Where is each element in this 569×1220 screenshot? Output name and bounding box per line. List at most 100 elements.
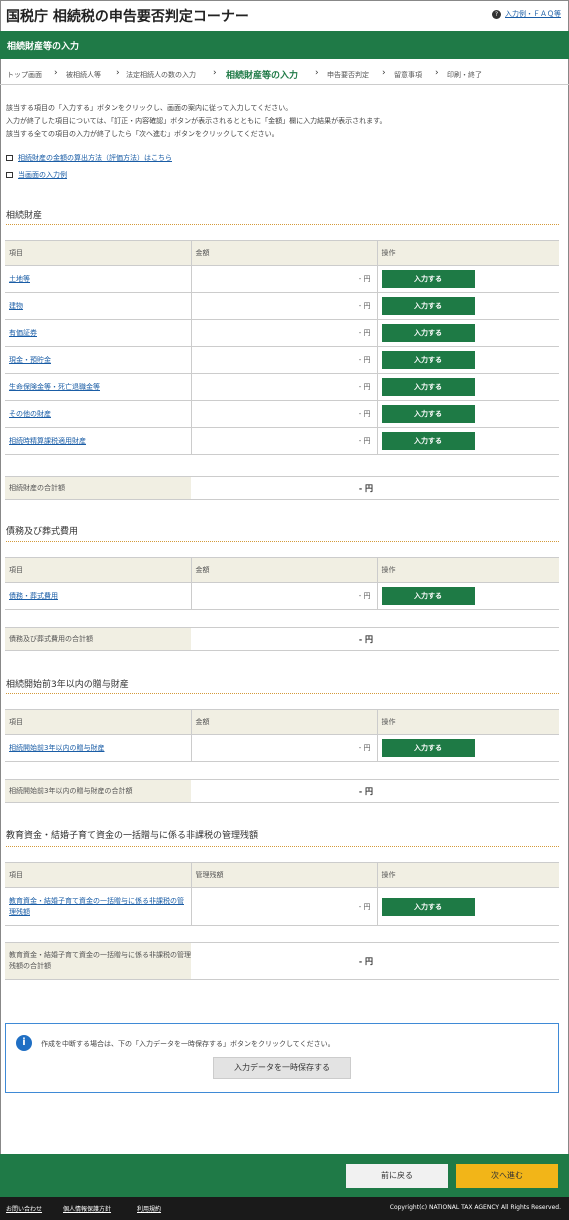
- breadcrumb-step-notes: 留意事項: [394, 71, 422, 79]
- input-button[interactable]: 入力する: [381, 587, 475, 605]
- table-row: 相続開始前3年以内の贈与財産 - 円入力する: [5, 734, 559, 762]
- save-notice: i 作成を中断する場合は、下の「入力データを一時保存する」ボタンをクリックしてく…: [5, 1023, 559, 1093]
- next-button[interactable]: 次へ進む: [456, 1164, 558, 1188]
- input-button[interactable]: 入力する: [381, 270, 475, 288]
- total-value: - 円: [358, 786, 373, 796]
- navigation-bar: 前に戻る 次へ進む: [0, 1154, 569, 1197]
- table-row: 相続時精算課税適用財産 - 円入力する: [5, 427, 559, 455]
- item-link[interactable]: 土地等: [9, 275, 30, 283]
- section-title: 相続開始前3年以内の贈与財産: [6, 680, 129, 690]
- valuation-method-link[interactable]: 相続財産の金額の算出方法（評価方法）はこちら: [6, 153, 172, 163]
- breadcrumb-step-judgement: 申告要否判定: [327, 71, 369, 79]
- input-button[interactable]: 入力する: [381, 324, 475, 342]
- back-button[interactable]: 前に戻る: [346, 1164, 448, 1188]
- footer-link-terms[interactable]: 利用規約: [137, 1204, 161, 1213]
- chevron-right-icon: ›: [435, 68, 439, 78]
- table-row: 建物 - 円入力する: [5, 292, 559, 320]
- item-link[interactable]: 債務・葬式費用: [9, 592, 58, 600]
- amount-cell: - 円: [190, 346, 378, 374]
- input-button[interactable]: 入力する: [381, 297, 475, 315]
- column-header-item: 項目: [5, 862, 191, 888]
- column-header-action: 操作: [377, 862, 559, 888]
- input-button[interactable]: 入力する: [381, 739, 475, 757]
- item-link[interactable]: 現金・預貯金: [9, 356, 51, 364]
- total-row: 債務及び葬式費用の合計額 - 円: [5, 627, 559, 651]
- item-link[interactable]: 教育資金・結婚子育て資金の一括贈与に係る非課税の管理残額: [9, 897, 184, 916]
- section-title: 教育資金・結婚子育て資金の一括贈与に係る非課税の管理残額: [6, 831, 259, 841]
- section-divider: [6, 693, 559, 694]
- table-row: 教育資金・結婚子育て資金の一括贈与に係る非課税の管理残額 - 円入力する: [5, 887, 559, 926]
- item-link[interactable]: 生命保険金等・死亡退職金等: [9, 383, 100, 391]
- table-row: 土地等 - 円入力する: [5, 265, 559, 293]
- input-button[interactable]: 入力する: [381, 378, 475, 396]
- amount-cell: - 円: [190, 400, 378, 428]
- total-label: 教育資金・結婚子育て資金の一括贈与に係る非課税の管理残額の合計額: [5, 943, 191, 979]
- table-header-row: 項目 金額 操作: [5, 240, 559, 266]
- education-funds-table: 項目 管理残額 操作 教育資金・結婚子育て資金の一括贈与に係る非課税の管理残額 -…: [5, 862, 559, 926]
- page-title: 相続財産等の入力: [7, 42, 80, 52]
- footer-link-privacy[interactable]: 個人情報保護方針: [63, 1204, 111, 1213]
- chevron-right-icon: ›: [116, 68, 120, 78]
- column-header-amount: 金額: [190, 240, 378, 266]
- site-title: 国税庁 相続税の申告要否判定コーナー: [6, 9, 249, 25]
- breadcrumb-step-heirs: 法定相続人の数の入力: [126, 71, 196, 79]
- total-value: - 円: [358, 483, 373, 493]
- section-title: 債務及び葬式費用: [6, 527, 79, 537]
- total-label: 相続財産の合計額: [5, 477, 191, 499]
- temporary-save-button[interactable]: 入力データを一時保存する: [213, 1057, 351, 1079]
- input-button[interactable]: 入力する: [381, 405, 475, 423]
- input-button[interactable]: 入力する: [381, 351, 475, 369]
- column-header-item: 項目: [5, 709, 191, 735]
- item-link[interactable]: 相続時精算課税適用財産: [9, 437, 86, 445]
- table-row: 債務・葬式費用 - 円入力する: [5, 582, 559, 610]
- amount-cell: - 円: [190, 887, 378, 926]
- chevron-right-icon: ›: [315, 68, 319, 78]
- total-label: 債務及び葬式費用の合計額: [5, 628, 191, 650]
- input-button[interactable]: 入力する: [381, 432, 475, 450]
- save-notice-text: 作成を中断する場合は、下の「入力データを一時保存する」ボタンをクリックしてくださ…: [41, 1040, 335, 1048]
- column-header-action: 操作: [377, 240, 559, 266]
- amount-cell: - 円: [190, 427, 378, 455]
- table-header-row: 項目 管理残額 操作: [5, 862, 559, 888]
- item-link[interactable]: 有価証券: [9, 329, 37, 337]
- window-icon: [6, 172, 13, 178]
- table-header-row: 項目 金額 操作: [5, 709, 559, 735]
- footer: お問い合わせ 個人情報保護方針 利用規約 Copyright(c) NATION…: [0, 1197, 569, 1220]
- section-divider: [6, 846, 559, 847]
- total-value: - 円: [358, 956, 373, 966]
- item-link[interactable]: その他の財産: [9, 410, 51, 418]
- table-row: その他の財産 - 円入力する: [5, 400, 559, 428]
- total-label: 相続開始前3年以内の贈与財産の合計額: [5, 780, 191, 802]
- column-header-amount: 金額: [190, 557, 378, 583]
- total-row: 相続開始前3年以内の贈与財産の合計額 - 円: [5, 779, 559, 803]
- page-title-band: 相続財産等の入力: [0, 31, 569, 59]
- footer-link-contact[interactable]: お問い合わせ: [6, 1204, 42, 1213]
- amount-cell: - 円: [190, 582, 378, 610]
- faq-link[interactable]: ? 入力例・ＦＡＱ等: [492, 9, 561, 19]
- amount-cell: - 円: [190, 265, 378, 293]
- item-link[interactable]: 相続開始前3年以内の贈与財産: [9, 744, 104, 752]
- breadcrumb-step-top: トップ画面: [7, 71, 42, 79]
- section-divider: [6, 224, 559, 225]
- debts-table: 項目 金額 操作 債務・葬式費用 - 円入力する: [5, 557, 559, 610]
- column-header-amount: 金額: [190, 709, 378, 735]
- chevron-right-icon: ›: [213, 68, 217, 78]
- amount-cell: - 円: [190, 734, 378, 762]
- section-title: 相続財産: [6, 211, 43, 221]
- input-button[interactable]: 入力する: [381, 897, 475, 916]
- header: 国税庁 相続税の申告要否判定コーナー ? 入力例・ＦＡＱ等: [0, 0, 569, 30]
- total-row: 教育資金・結婚子育て資金の一括贈与に係る非課税の管理残額の合計額 - 円: [5, 942, 559, 980]
- amount-cell: - 円: [190, 319, 378, 347]
- column-header-item: 項目: [5, 240, 191, 266]
- window-icon: [6, 155, 13, 161]
- breadcrumb: トップ画面 › 被相続人等 › 法定相続人の数の入力 › 相続財産等の入力 › …: [0, 63, 569, 85]
- column-header-action: 操作: [377, 709, 559, 735]
- column-header-mgmt: 管理残額: [190, 862, 378, 888]
- section-divider: [6, 541, 559, 542]
- input-example-link[interactable]: 当画面の入力例: [6, 170, 67, 180]
- instructions: 該当する項目の「入力する」ボタンをクリックし、画面の案内に従って入力してください…: [6, 104, 387, 138]
- table-row: 有価証券 - 円入力する: [5, 319, 559, 347]
- chevron-right-icon: ›: [54, 68, 58, 78]
- item-link[interactable]: 建物: [9, 302, 23, 310]
- chevron-right-icon: ›: [382, 68, 386, 78]
